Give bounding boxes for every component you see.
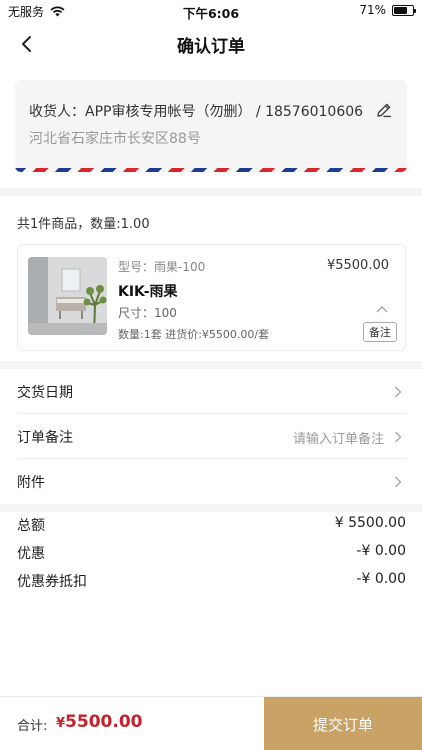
coupon-row: 优惠券抵扣 -¥ 0.00 <box>17 571 406 591</box>
total-amount-row: 总额 ¥ 5500.00 <box>17 515 406 535</box>
grand-total-label: 合计: <box>17 719 48 734</box>
order-note-input[interactable]: 请输入订单备注 <box>293 428 384 447</box>
discount-row: 优惠 -¥ 0.00 <box>17 543 406 563</box>
status-right: 71% <box>359 3 416 17</box>
product-price: ¥5500.00 <box>326 258 389 273</box>
discount-label: 优惠 <box>17 546 45 562</box>
product-note-button[interactable]: 备注 <box>363 322 397 342</box>
chevron-right-icon <box>395 431 402 443</box>
product-size: 尺寸：100 <box>118 306 177 320</box>
battery-percent: 71% <box>359 3 386 17</box>
edit-icon[interactable] <box>375 101 393 119</box>
product-card: 型号：雨果-100 ¥5500.00 KIK-雨果 尺寸：100 数量:1套 进… <box>17 244 406 351</box>
nav-bar: 确认订单 <box>0 22 422 66</box>
status-bar: 无服务 下午6:06 71% <box>0 0 422 22</box>
product-model: 型号：雨果-100 <box>118 260 206 274</box>
grand-total-amount: 5500.00 <box>65 712 143 732</box>
recipient-info: 收货人：APP审核专用帐号（勿删） / 18576010606 <box>29 104 364 120</box>
chevron-right-icon <box>395 386 402 398</box>
goods-summary: 共1件商品，数量:1.00 <box>17 217 150 232</box>
address-card[interactable]: 收货人：APP审核专用帐号（勿删） / 18576010606 河北省石家庄市长… <box>15 80 407 172</box>
chevron-up-icon[interactable] <box>376 305 388 313</box>
product-quantity: 数量:1套 进货价:¥5500.00/套 <box>118 328 270 341</box>
page-title: 确认订单 <box>177 37 245 57</box>
discount-value: -¥ 0.00 <box>356 543 406 559</box>
attachment-row[interactable]: 附件 <box>17 460 406 504</box>
bottom-bar: 合计: ¥5500.00 提交订单 <box>0 696 422 750</box>
order-note-row[interactable]: 订单备注 请输入订单备注 <box>17 415 406 459</box>
chevron-right-icon <box>395 476 402 488</box>
grand-total-value: ¥5500.00 <box>56 712 142 732</box>
section-divider <box>0 361 422 369</box>
attachment-label: 附件 <box>17 475 45 491</box>
product-name: KIK-雨果 <box>118 284 178 300</box>
coupon-value: -¥ 0.00 <box>356 571 406 587</box>
battery-icon <box>392 4 416 16</box>
order-note-label: 订单备注 <box>17 430 73 446</box>
coupon-label: 优惠券抵扣 <box>17 574 87 590</box>
battery-level <box>394 6 407 14</box>
product-image <box>28 257 107 335</box>
delivery-date-label: 交货日期 <box>17 385 73 401</box>
submit-order-button[interactable]: 提交订单 <box>264 697 422 750</box>
total-amount-label: 总额 <box>17 518 45 534</box>
total-amount-value: ¥ 5500.00 <box>334 515 406 531</box>
delivery-date-row[interactable]: 交货日期 <box>17 370 406 414</box>
section-divider <box>0 504 422 512</box>
currency-symbol: ¥ <box>56 716 66 731</box>
section-divider <box>0 188 422 196</box>
airmail-border <box>15 168 407 172</box>
address-detail: 河北省石家庄市长安区88号 <box>29 131 201 147</box>
